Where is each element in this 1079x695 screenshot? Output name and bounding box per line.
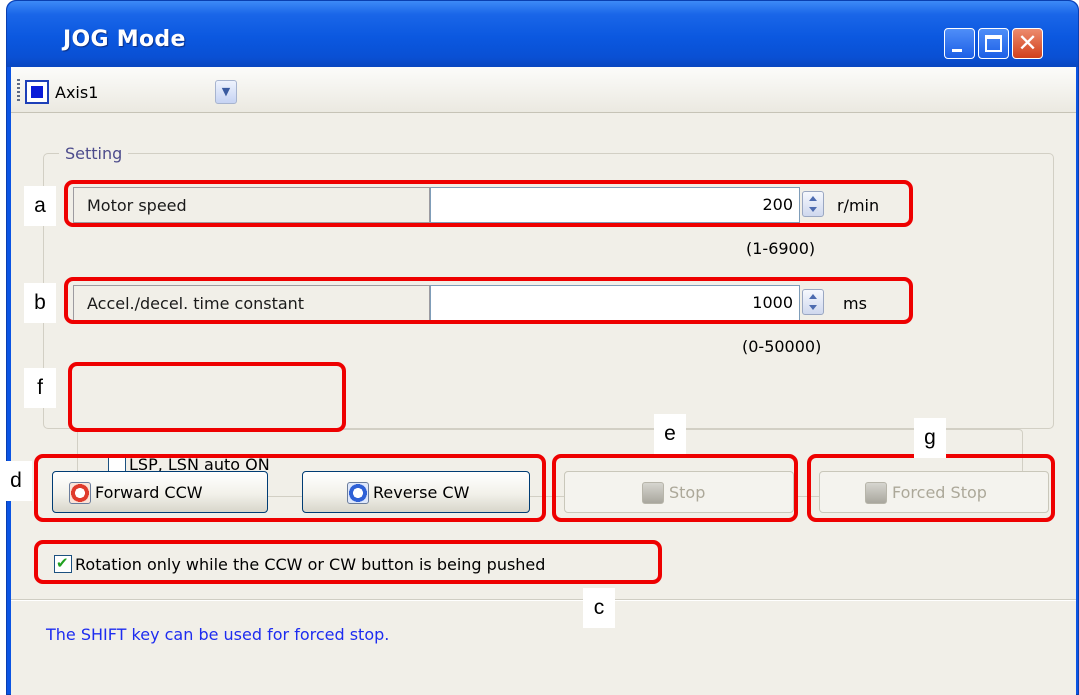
motor-speed-range: (1-6900) [746,239,816,258]
annotation-outline-f [68,362,346,432]
status-separator [11,599,1076,601]
toolbar-grip-icon[interactable] [17,79,20,103]
annotation-outline-c [34,540,662,584]
annotation-letter-d: d [0,461,32,501]
close-button[interactable]: ✕ [1012,28,1043,59]
maximize-button[interactable] [978,28,1009,59]
annotation-outline-a [64,180,913,227]
jog-mode-window: JOG Mode ✕ Axis1 ▼ Setting Motor speed 2… [6,0,1079,695]
accel-decel-range: (0-50000) [742,337,822,356]
annotation-letter-e: e [654,414,686,454]
axis-toolbar: Axis1 ▼ [11,67,1076,113]
annotation-letter-f: f [24,368,56,408]
annotation-outline-g [807,454,1055,522]
close-icon: ✕ [1017,29,1038,57]
annotation-letter-c: c [583,588,615,628]
annotation-outline-e [552,454,798,522]
window-title: JOG Mode [63,27,186,52]
annotation-outline-b [64,277,913,324]
annotation-outline-d [34,454,546,522]
annotation-letter-b: b [24,283,56,323]
axis-square-icon [25,80,49,104]
maximize-icon [985,35,1002,52]
setting-group-legend: Setting [59,144,129,163]
annotation-letter-a: a [24,186,56,226]
title-bar[interactable]: JOG Mode ✕ [7,1,1078,67]
minimize-icon [952,49,962,52]
chevron-down-icon[interactable]: ▼ [215,80,237,104]
forced-stop-hint: The SHIFT key can be used for forced sto… [46,625,390,644]
annotation-letter-g: g [914,418,946,458]
minimize-button[interactable] [944,28,975,59]
axis-selector[interactable]: Axis1 ▼ [25,80,237,106]
axis-selected-value: Axis1 [55,83,99,102]
